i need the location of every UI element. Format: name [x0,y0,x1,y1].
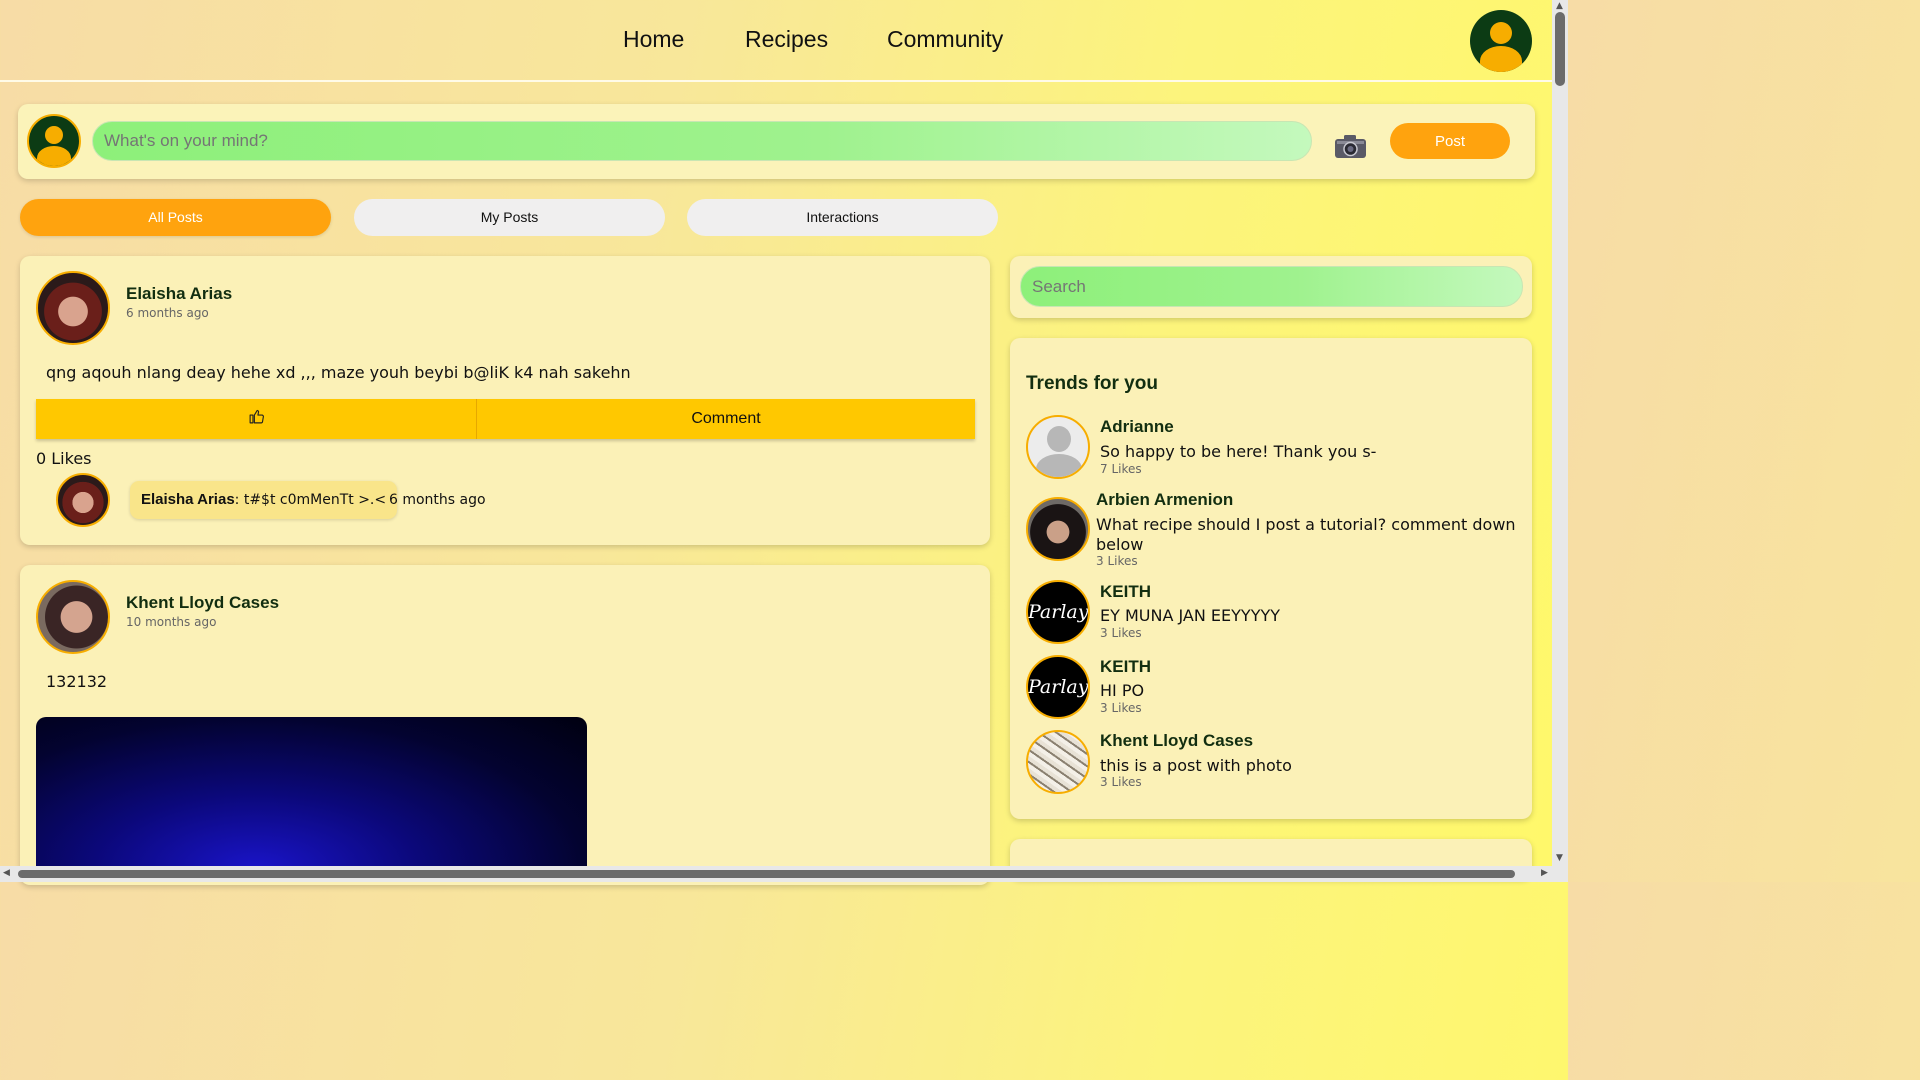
trend-likes: 3 Likes [1096,554,1138,568]
trend-author[interactable]: Arbien Armenion [1096,490,1233,510]
scroll-down-icon[interactable]: ▼ [1556,853,1563,863]
post-time: 6 months ago [126,306,209,320]
nav-community-link[interactable]: Community [887,26,1003,53]
trend-author[interactable]: Khent Lloyd Cases [1100,731,1253,751]
post-time: 10 months ago [126,615,217,629]
camera-icon[interactable] [1334,134,1367,160]
scroll-thumb[interactable] [1555,12,1565,86]
parlay-logo-avatar[interactable]: Parlay [1026,655,1090,719]
vertical-scrollbar[interactable]: ▲ ▼ [1552,0,1568,866]
trend-likes: 3 Likes [1100,775,1142,789]
post-button[interactable]: Post [1390,123,1510,159]
parlay-logo-text: Parlay [1028,601,1089,623]
nav-recipes-link[interactable]: Recipes [745,26,828,53]
scroll-right-icon[interactable]: ▶ [1541,868,1548,878]
post-author[interactable]: Khent Lloyd Cases [126,593,279,613]
trend-likes: 3 Likes [1100,626,1142,640]
tab-interactions[interactable]: Interactions [687,199,998,236]
trend-text: HI PO [1100,681,1145,700]
likes-count: 0 Likes [36,449,92,468]
post-author[interactable]: Elaisha Arias [126,284,232,304]
comment-avatar[interactable] [56,473,110,527]
avatar[interactable] [36,580,110,654]
trend-text: So happy to be here! Thank you s- [1100,442,1377,461]
trend-text: this is a post with photo [1100,756,1292,775]
user-avatar-icon[interactable] [1470,10,1532,72]
composer-avatar-icon [27,114,81,168]
comment-author[interactable]: Elaisha Arias [141,491,235,508]
trends-title: Trends for you [1026,373,1158,394]
post-text: qng aqouh nlang deay hehe xd ,,, maze yo… [46,363,631,382]
top-nav: Home Recipes Community [0,0,1552,82]
comment-time: 6 months ago [389,492,486,508]
scroll-up-icon[interactable]: ▲ [1556,1,1563,11]
trend-likes: 7 Likes [1100,462,1142,476]
thumbs-up-icon [249,409,264,424]
trend-author[interactable]: KEITH [1100,657,1151,677]
like-button[interactable] [36,399,477,439]
post-text: 132132 [46,672,108,691]
search-input[interactable] [1020,266,1523,307]
parlay-logo-text: Parlay [1028,676,1089,698]
comment-text: : t#$t c0mMenTt >.< [234,492,387,508]
comment-button[interactable]: Comment [477,399,975,439]
trend-likes: 3 Likes [1100,701,1142,715]
avatar[interactable] [1026,730,1090,794]
avatar[interactable] [1026,497,1090,561]
parlay-logo-avatar[interactable]: Parlay [1026,580,1090,644]
trend-author[interactable]: Adrianne [1100,417,1174,437]
tab-my-posts[interactable]: My Posts [354,199,665,236]
post-action-bar: Comment [36,399,975,439]
trend-author[interactable]: KEITH [1100,582,1151,602]
avatar[interactable] [36,271,110,345]
scroll-left-icon[interactable]: ◀ [3,868,10,878]
horizontal-scrollbar[interactable]: ◀ ▶ [0,866,1568,882]
post-image[interactable] [36,717,587,877]
tab-all-posts[interactable]: All Posts [20,199,331,236]
trend-text: EY MUNA JAN EEYYYYY [1100,606,1281,625]
scroll-thumb[interactable] [18,870,1515,878]
comment-bubble: Elaisha Arias: t#$t c0mMenTt >.< [130,481,398,519]
default-avatar-icon[interactable] [1026,415,1090,479]
whats-on-your-mind-input[interactable] [92,121,1312,161]
trends-card [1010,338,1532,819]
nav-home-link[interactable]: Home [623,26,684,53]
trend-text: What recipe should I post a tutorial? co… [1096,515,1516,554]
